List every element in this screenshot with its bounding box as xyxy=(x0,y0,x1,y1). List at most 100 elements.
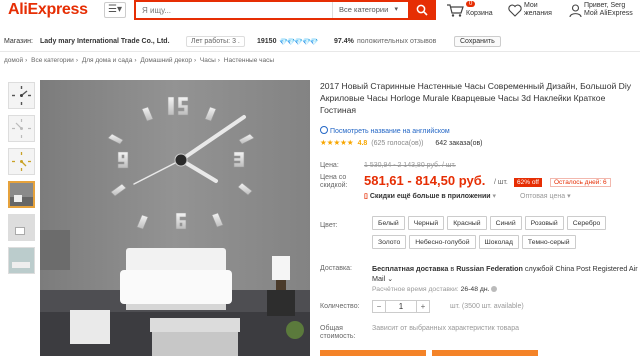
color-options: Белый Черный Красный Синий Розовый Серебро Зо… xyxy=(372,216,640,254)
store-info-bar: Магазин: Lady mary International Trade C… xyxy=(0,34,640,52)
color-option[interactable]: Золото xyxy=(372,235,407,249)
price-unit: / шт. xyxy=(494,179,508,186)
orders-count: 642 заказа(ов) xyxy=(435,140,483,147)
user-greeting: Привет, Serg xyxy=(584,2,626,9)
thumbnail-image[interactable] xyxy=(8,148,35,175)
total-price-note: Зависит от выбранных характеристик товар… xyxy=(372,325,519,332)
rating-votes[interactable]: (625 голоса(ов)) xyxy=(371,140,423,147)
purchase-buttons xyxy=(320,350,640,356)
user-icon xyxy=(569,4,582,18)
days-left-badge: Осталось дней: 6 xyxy=(550,178,611,187)
search-icon xyxy=(416,4,428,16)
breadcrumb-item-all-categories[interactable]: Все категории xyxy=(31,57,74,64)
buy-now-button[interactable] xyxy=(320,350,426,356)
product-info-panel: 2017 Новый Старинные Настенные Часы Совр… xyxy=(320,80,640,340)
cart-count-badge: 0 xyxy=(466,1,476,7)
price-label: Цена: xyxy=(320,162,339,169)
color-label: Цвет: xyxy=(320,222,338,229)
color-option[interactable]: Розовый xyxy=(524,216,564,230)
color-option[interactable]: Темно-серый xyxy=(521,235,576,249)
discount-price-label-line2: скидкой: xyxy=(320,182,348,189)
info-icon[interactable] xyxy=(491,286,498,292)
breadcrumb-item-clocks[interactable]: Часы xyxy=(200,57,216,64)
discount-price: 581,61 - 814,50 руб. xyxy=(364,173,486,188)
total-label-line1: Общая xyxy=(320,325,343,332)
quantity-decrease-button[interactable]: − xyxy=(372,300,386,313)
my-aliexpress-link[interactable]: Мой AliExpress xyxy=(584,10,633,18)
total-label-line2: стоимость: xyxy=(320,333,356,340)
breadcrumb: домой › Все категории › Для дома и сада › Д… xyxy=(4,57,275,64)
color-option[interactable]: Черный xyxy=(407,216,445,230)
delivery-time-label: Расчётное время доставки: xyxy=(372,286,459,293)
account-link[interactable]: Привет, Serg Мой AliExpress xyxy=(568,1,640,21)
wholesale-price-dropdown[interactable]: Оптовая цена ▾ xyxy=(520,192,571,200)
store-score[interactable]: 19150 xyxy=(257,38,276,45)
store-years-badge: Лет работы: 3 . xyxy=(186,36,245,47)
color-option[interactable]: Белый xyxy=(372,216,405,230)
discount-badge: 62% off xyxy=(514,178,542,187)
rating-value[interactable]: 4.8 xyxy=(358,140,368,147)
search-input[interactable] xyxy=(136,2,332,18)
discount-price-label-line1: Цена со xyxy=(320,174,347,181)
breadcrumb-item-home-garden[interactable]: Для дома и сада xyxy=(82,57,133,64)
thumbnail-image[interactable] xyxy=(8,214,35,241)
wholesale-price-label: Оптовая цена xyxy=(520,193,566,200)
price-panel: Цена: 1 530,94 - 2 143,80 руб. / шт. Цен… xyxy=(320,154,640,282)
rating-row: ★★★★★ 4.8 (625 голоса(ов)) 642 заказа(ов… xyxy=(320,138,483,147)
wishlist-link[interactable]: Мои желания xyxy=(506,1,562,21)
translate-icon xyxy=(320,126,328,134)
site-header: AliExpress ☰▾ Все категории ▾ 0 Корзина … xyxy=(0,0,640,22)
delivery-time: Расчётное время доставки: 26-48 дн. xyxy=(372,286,498,293)
search-button[interactable] xyxy=(408,0,436,20)
delivery-country[interactable]: Russian Federation xyxy=(456,264,523,273)
product-title: 2017 Новый Старинные Настенные Часы Совр… xyxy=(320,81,632,115)
heart-icon xyxy=(508,4,522,17)
thumbnail-image[interactable] xyxy=(8,115,35,142)
aliexpress-logo[interactable]: AliExpress xyxy=(8,1,88,19)
store-rank-diamonds: 💎💎💎💎💎 xyxy=(279,39,319,46)
app-discount-link[interactable]: ▯ Скидки ещё больше в приложении ▾ xyxy=(364,192,496,200)
quantity-input[interactable]: 1 xyxy=(386,300,416,313)
search-category-label: Все категории xyxy=(339,5,389,14)
main-product-image[interactable] xyxy=(40,80,310,356)
free-shipping-label: Бесплатная доставка xyxy=(372,264,449,273)
delivery-label: Доставка: xyxy=(320,265,353,272)
quantity-stepper: − 1 + xyxy=(372,300,430,313)
color-option[interactable]: Шоколад xyxy=(478,235,519,249)
color-option[interactable]: Синий xyxy=(489,216,522,230)
chevron-down-icon: ▾ xyxy=(394,6,398,13)
categories-menu-button[interactable]: ☰▾ xyxy=(104,2,126,18)
color-option[interactable]: Красный xyxy=(447,216,487,230)
thumbnail-image[interactable] xyxy=(8,247,35,274)
delivery-details: Бесплатная доставка в Russian Federation… xyxy=(372,264,638,283)
cart-link[interactable]: 0 Корзина xyxy=(444,1,504,21)
thumbnail-image[interactable] xyxy=(8,82,35,109)
search-bar: Все категории ▾ xyxy=(134,0,408,20)
wishlist-label-line2: желания xyxy=(524,10,552,17)
feedback-percent: 97.4% xyxy=(334,38,354,45)
thumbnail-gallery xyxy=(8,82,38,280)
stock-available: шт. (3500 шт. available) xyxy=(450,303,524,310)
search-category-select[interactable]: Все категории ▾ xyxy=(332,2,404,18)
store-name-link[interactable]: Lady mary International Trade Co., Ltd. xyxy=(40,38,170,45)
breadcrumb-item-home-decor[interactable]: Домашний декор xyxy=(140,57,192,64)
breadcrumb-item-home[interactable]: домой xyxy=(4,57,23,64)
chevron-down-icon[interactable]: ⌄ xyxy=(387,274,393,283)
color-option[interactable]: Небесно-голубой xyxy=(409,235,476,249)
translate-title-link[interactable]: Посмотреть название на английском xyxy=(320,126,450,135)
store-label: Магазин: xyxy=(4,38,33,45)
delivery-time-value: 26-48 дн. xyxy=(460,286,490,293)
chevron-down-icon: ▾ xyxy=(567,193,571,200)
save-store-button[interactable]: Сохранить xyxy=(454,36,501,47)
color-option[interactable]: Серебро xyxy=(566,216,607,230)
breadcrumb-item-wall-clocks[interactable]: Настенные часы xyxy=(224,57,274,64)
cart-label: Корзина xyxy=(466,10,493,17)
quantity-increase-button[interactable]: + xyxy=(416,300,430,313)
add-to-cart-button[interactable] xyxy=(432,350,538,356)
wishlist-label-line1: Мои xyxy=(524,2,538,9)
quantity-label: Количество: xyxy=(320,303,360,310)
translate-title-label: Посмотреть название на английском xyxy=(330,128,450,135)
phone-icon: ▯ xyxy=(364,193,368,200)
app-discount-label: Скидки ещё больше в приложении xyxy=(369,193,491,200)
thumbnail-image-selected[interactable] xyxy=(8,181,35,208)
